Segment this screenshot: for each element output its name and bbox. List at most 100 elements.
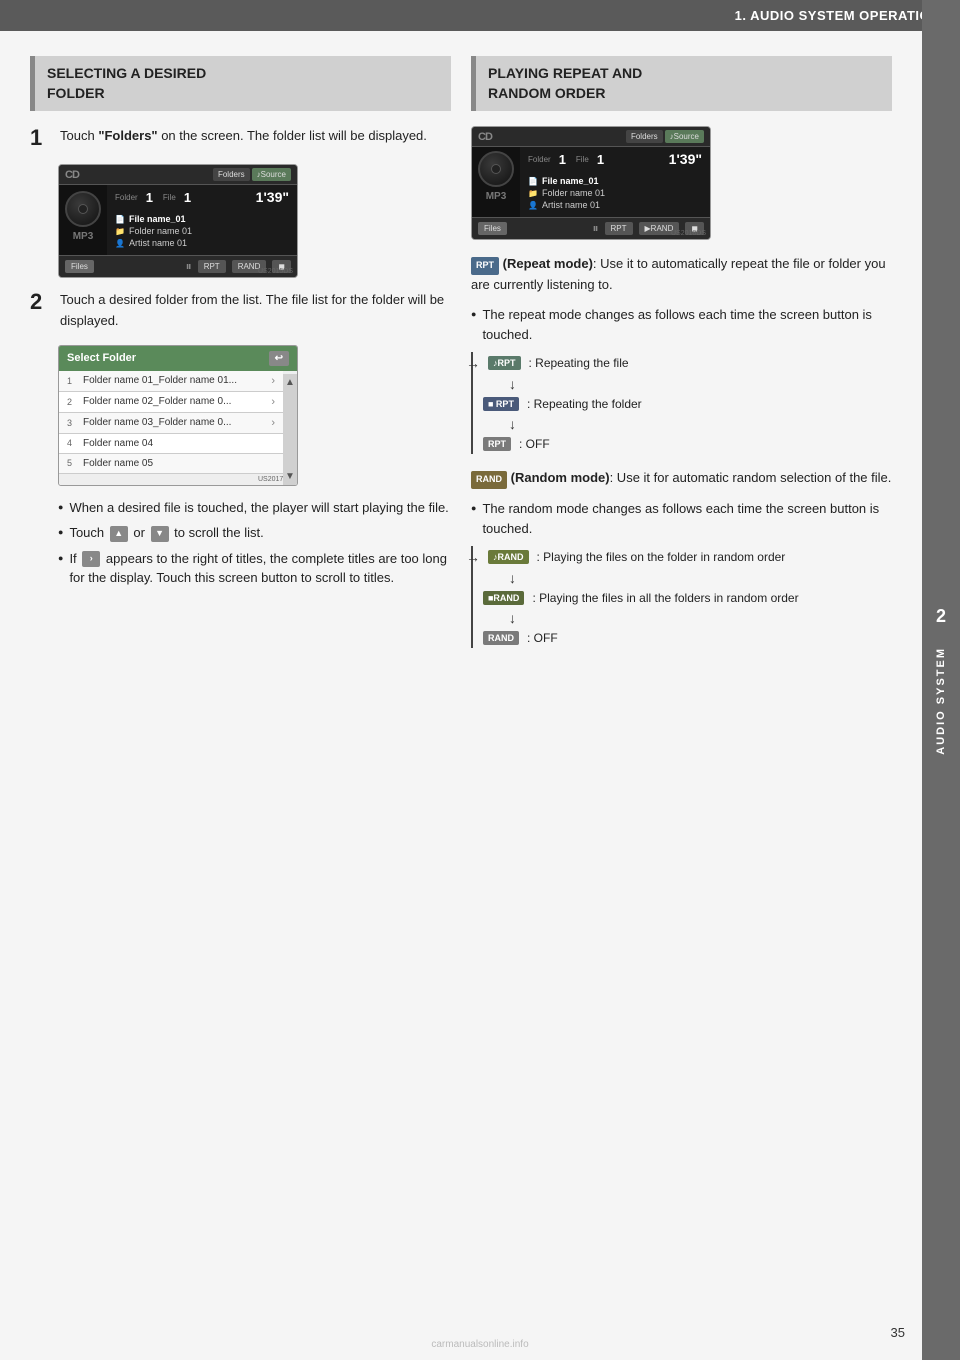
random-mode-section: RAND (Random mode): Use it for automatic… bbox=[471, 468, 892, 489]
random-flow-row-1: → ♪RAND : Playing the files on the folde… bbox=[483, 546, 892, 568]
rand-off-btn: RAND bbox=[483, 631, 519, 645]
main-content: SELECTING A DESIRED FOLDER 1 Touch "Fold… bbox=[0, 31, 922, 702]
random-down-arrow-1: ↓ bbox=[509, 570, 516, 586]
file-icon-3-2: 📁 bbox=[528, 189, 538, 198]
pause-icon-3: ⏸ bbox=[593, 221, 599, 236]
rand-all-label: : Playing the files in all the folders i… bbox=[532, 591, 798, 605]
files-btn-1[interactable]: Files bbox=[65, 260, 94, 273]
folders-btn-1[interactable]: Folders bbox=[213, 168, 250, 181]
disc-area-1: MP3 bbox=[59, 185, 107, 255]
file-item-1-2: 📁 Folder name 01 bbox=[115, 225, 289, 237]
file-item-3-3: 👤 Artist name 01 bbox=[528, 199, 702, 211]
folder-row-2[interactable]: 2 Folder name 02_Folder name 0... › bbox=[59, 392, 283, 413]
random-down-2: ↓ bbox=[483, 608, 892, 628]
file-item-1-1: 📄 File name_01 bbox=[115, 213, 289, 225]
time-val-3: 1'39" bbox=[669, 151, 702, 167]
random-down-arrow-2: ↓ bbox=[509, 610, 516, 626]
bullet-1-text: When a desired file is touched, the play… bbox=[69, 498, 448, 518]
repeat-flow-items: → ♪RPT : Repeating the file ↓ ■ RPT : Re… bbox=[483, 352, 892, 454]
rpt-btn-1[interactable]: RPT bbox=[198, 260, 226, 273]
file-list-3: 📄 File name_01 📁 Folder name 01 👤 Artist… bbox=[520, 171, 710, 217]
folder-row-5[interactable]: 5 Folder name 05 bbox=[59, 454, 283, 474]
disc-inner-3 bbox=[491, 164, 501, 174]
sidebar-number: 2 bbox=[936, 606, 946, 627]
file-icon-1-3: 👤 bbox=[115, 239, 125, 248]
file-label-1: File bbox=[163, 193, 176, 202]
folder-rows-container: 1 Folder name 01_Folder name 01... › 2 F… bbox=[59, 371, 283, 474]
repeat-bullet-1: The repeat mode changes as follows each … bbox=[471, 305, 892, 344]
screen-1-info: Folder 1 File 1 1'39" 📄 File name_01 bbox=[107, 185, 297, 255]
screen-1-main: MP3 Folder 1 File 1 1'39" 📄 bbox=[59, 185, 297, 255]
folder-num-row-3: 3 bbox=[67, 418, 83, 428]
expand-icon[interactable]: › bbox=[82, 551, 100, 567]
files-btn-3[interactable]: Files bbox=[478, 222, 507, 235]
left-section-header: SELECTING A DESIRED FOLDER bbox=[30, 56, 451, 111]
screen-2: Select Folder ↩ 1 Folder name 01_Folder … bbox=[58, 345, 298, 486]
source-btn-1[interactable]: ♪Source bbox=[252, 168, 291, 181]
folder-label-1: Folder bbox=[115, 193, 138, 202]
rpt-off-btn: RPT bbox=[483, 437, 511, 451]
rand-file-btn: ♪RAND bbox=[488, 550, 529, 564]
file-name-1-1: File name_01 bbox=[129, 214, 186, 224]
random-flow-row-2: ■RAND : Playing the files in all the fol… bbox=[483, 588, 892, 608]
rpt-mode-badge: RPT bbox=[471, 257, 499, 275]
left-column: SELECTING A DESIRED FOLDER 1 Touch "Fold… bbox=[30, 56, 451, 662]
disc-inner-1 bbox=[78, 204, 88, 214]
random-bullet-1: The random mode changes as follows each … bbox=[471, 499, 892, 538]
select-folder-header: Select Folder ↩ bbox=[59, 346, 297, 371]
ds-label-2: US2017DS bbox=[59, 474, 297, 485]
back-button[interactable]: ↩ bbox=[269, 351, 289, 366]
file-num-1: 1 bbox=[184, 190, 191, 205]
screen-3: CD Folders ♪Source MP3 bbox=[471, 126, 711, 240]
random-flow-diagram: → ♪RAND : Playing the files on the folde… bbox=[471, 546, 892, 648]
folder-num-row-5: 5 bbox=[67, 458, 83, 468]
scroll-down-btn[interactable]: ▼ bbox=[285, 471, 295, 482]
screen-1-top-bar: CD Folders ♪Source bbox=[59, 165, 297, 185]
folder-row-4[interactable]: 4 Folder name 04 bbox=[59, 434, 283, 454]
page-number: 35 bbox=[891, 1325, 905, 1340]
folder-name-2: Folder name 02_Folder name 0... bbox=[83, 396, 231, 407]
bullet-3-text: If › appears to the right of titles, the… bbox=[69, 549, 451, 588]
step-2: 2 Touch a desired folder from the list. … bbox=[30, 290, 451, 330]
file-num-3: 1 bbox=[597, 152, 604, 167]
file-list-1: 📄 File name_01 📁 Folder name 01 👤 Artist… bbox=[107, 209, 297, 255]
file-item-3-2: 📁 Folder name 01 bbox=[528, 187, 702, 199]
folder-label-3: Folder bbox=[528, 155, 551, 164]
screen-3-top-bar: CD Folders ♪Source bbox=[472, 127, 710, 147]
repeat-mode-section: RPT (Repeat mode): Use it to automatical… bbox=[471, 254, 892, 295]
rpt-folder-btn: ■ RPT bbox=[483, 397, 519, 411]
scroll-up-icon[interactable]: ▲ bbox=[110, 526, 128, 542]
scroll-down-icon[interactable]: ▼ bbox=[151, 526, 169, 542]
disc-icon-3 bbox=[478, 151, 514, 187]
source-btn-3[interactable]: ♪Source bbox=[665, 130, 704, 143]
right-section-header: PLAYING REPEAT AND RANDOM ORDER bbox=[471, 56, 892, 111]
rpt-file-label: : Repeating the file bbox=[529, 356, 629, 370]
scroll-up-btn[interactable]: ▲ bbox=[285, 377, 295, 388]
folders-btn-3[interactable]: Folders bbox=[626, 130, 663, 143]
folder-arrow-2: › bbox=[271, 396, 275, 408]
time-val-1: 1'39" bbox=[256, 189, 289, 205]
pause-icon-1: ⏸ bbox=[186, 259, 192, 274]
repeat-bullet-list: The repeat mode changes as follows each … bbox=[471, 305, 892, 344]
two-column-layout: SELECTING A DESIRED FOLDER 1 Touch "Fold… bbox=[30, 56, 892, 662]
repeat-arrow-1: → bbox=[466, 355, 480, 371]
folder-row-3[interactable]: 3 Folder name 03_Folder name 0... › bbox=[59, 413, 283, 434]
folder-row-1[interactable]: 1 Folder name 01_Folder name 01... › bbox=[59, 371, 283, 392]
repeat-flow-row-2: ■ RPT : Repeating the folder bbox=[483, 394, 892, 414]
random-bullet-text: The random mode changes as follows each … bbox=[482, 499, 892, 538]
mp3-label-3: MP3 bbox=[472, 191, 520, 206]
folder-num-3: 1 bbox=[559, 152, 566, 167]
rand-all-btn: ■RAND bbox=[483, 591, 524, 605]
bullet-3: If › appears to the right of titles, the… bbox=[58, 549, 451, 588]
watermark: carmanualsonline.info bbox=[431, 1339, 528, 1350]
down-arrow-2: ↓ bbox=[509, 416, 516, 432]
mp3-label-1: MP3 bbox=[59, 231, 107, 246]
repeat-mode-title: (Repeat mode) bbox=[503, 256, 593, 271]
rand-mode-badge: RAND bbox=[471, 471, 507, 489]
screen-3-info: Folder 1 File 1 1'39" 📄 File name_01 bbox=[520, 147, 710, 217]
rpt-btn-3[interactable]: RPT bbox=[605, 222, 633, 235]
folder-num-row-2: 2 bbox=[67, 397, 83, 407]
folder-num-1: 1 bbox=[146, 190, 153, 205]
file-name-3-3: Artist name 01 bbox=[542, 200, 600, 210]
screen-1-buttons: Folders ♪Source bbox=[213, 168, 291, 181]
